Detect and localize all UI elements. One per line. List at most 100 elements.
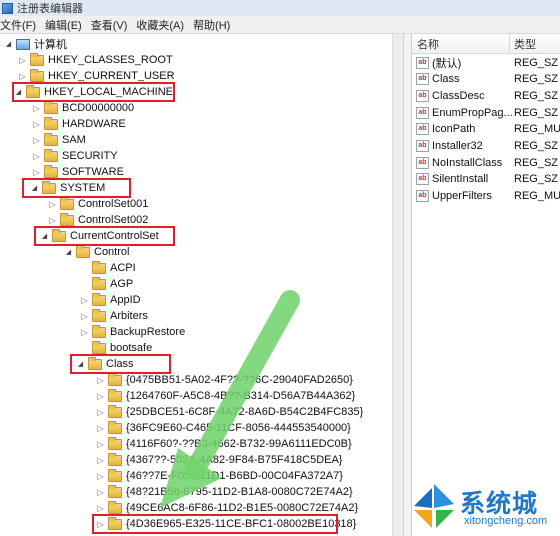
tree-node[interactable]: {0475BB51-5A02-4F??-??6C-29040FAD2650} (96, 372, 353, 388)
tree-node[interactable]: Arbiters (80, 308, 148, 324)
string-value-icon: ab (416, 156, 429, 169)
column-type-header[interactable]: 类型 (510, 36, 536, 52)
expand-arrow-icon[interactable] (96, 376, 105, 385)
expand-arrow-icon[interactable] (80, 296, 89, 305)
string-value-icon: ab (416, 140, 429, 152)
tree-node[interactable]: ACPI (80, 260, 136, 276)
expand-arrow-icon[interactable] (96, 392, 105, 401)
menu-favorites[interactable]: 收藏夹(A) (136, 17, 193, 33)
expand-arrow-icon[interactable] (32, 136, 41, 145)
tree-node[interactable]: {36FC9E60-C465-11CF-8056-444553540000} (96, 420, 351, 436)
folder-icon (108, 452, 122, 466)
value-name: ClassDesc (432, 89, 485, 102)
expand-arrow-icon[interactable] (96, 424, 105, 433)
tree-node[interactable]: BCD00000000 (32, 100, 134, 116)
tree-node[interactable]: Control (64, 244, 129, 260)
tree-node-label: 计算机 (34, 39, 67, 51)
expand-arrow-icon[interactable] (96, 504, 105, 513)
value-name: IconPath (432, 123, 476, 136)
collapse-arrow-icon[interactable] (4, 40, 13, 49)
string-value-icon: ab (416, 89, 429, 102)
value-type: REG_SZ (514, 140, 559, 152)
expand-arrow-icon[interactable] (96, 488, 105, 497)
tree-node[interactable]: SECURITY (32, 148, 118, 164)
folder-icon (44, 116, 58, 130)
expand-arrow-icon[interactable] (18, 72, 27, 81)
expand-arrow-icon[interactable] (80, 328, 89, 337)
expand-arrow-icon[interactable] (32, 104, 41, 113)
tree-node[interactable]: {46??7E-F050-11D1-B6BD-00C04FA372A7} (96, 468, 343, 484)
tree-node[interactable]: HKEY_CLASSES_ROOT (18, 52, 173, 68)
value-type: REG_SZ (514, 73, 559, 86)
tree-vertical-scrollbar[interactable] (392, 34, 403, 536)
menu-edit[interactable]: 编辑(E) (45, 17, 91, 33)
expand-arrow-icon[interactable] (32, 168, 41, 177)
tree-node-label: HKEY_CURRENT_USER (48, 70, 175, 82)
pane-splitter[interactable] (403, 34, 412, 536)
tree-node[interactable]: SAM (32, 132, 86, 148)
column-name-header[interactable]: 名称 (412, 34, 510, 53)
expand-arrow-icon[interactable] (48, 216, 57, 225)
folder-icon (44, 132, 58, 146)
string-value-icon: ab (416, 173, 429, 186)
value-name: Installer32 (432, 140, 483, 152)
title-bar: 注册表编辑器 (0, 0, 560, 16)
menu-file[interactable]: 文件(F) (0, 17, 45, 33)
tree-node-label: {1264760F-A5C8-4B??-B314-D56A7B44A362} (126, 390, 356, 402)
value-type: REG_SZ (514, 89, 559, 102)
expand-arrow-icon[interactable] (32, 120, 41, 129)
value-row[interactable]: ab SilentInstall REG_SZ (412, 171, 560, 188)
tree-node-label: HARDWARE (62, 118, 126, 130)
tree-node[interactable]: ControlSet001 (48, 196, 148, 212)
folder-icon (108, 404, 122, 418)
tree-node[interactable]: {4116F60?-??B3-4662-B732-99A6111EDC0B} (96, 436, 352, 452)
value-row[interactable]: abUpperFilters REG_MULT (412, 188, 560, 205)
value-row[interactable]: ab ClassDesc REG_SZ (412, 87, 560, 104)
menu-help[interactable]: 帮助(H) (193, 17, 239, 33)
expand-arrow-icon[interactable] (18, 56, 27, 65)
values-pane: 名称 类型 ab (默认) REG_SZ ab Class REG_SZ ab ClassDe… (412, 34, 560, 536)
tree-node[interactable]: AGP (80, 276, 133, 292)
menu-view[interactable]: 查看(V) (91, 17, 137, 33)
menu-bar: 文件(F) 编辑(E) 查看(V) 收藏夹(A) 帮助(H) (0, 16, 560, 34)
value-row[interactable]: ab Class REG_SZ (412, 71, 560, 88)
value-row[interactable]: ab (默认) REG_SZ (412, 54, 560, 71)
watermark-en-text: xitongcheng.com (464, 515, 548, 527)
folder-icon (92, 292, 106, 306)
folder-icon (108, 388, 122, 402)
values-column-header: 名称 类型 (412, 34, 560, 54)
expand-arrow-icon[interactable] (96, 408, 105, 417)
value-row[interactable]: ab NoInstallClass REG_SZ (412, 154, 560, 171)
folder-icon (92, 308, 106, 322)
folder-icon (30, 68, 44, 82)
folder-icon (92, 276, 106, 290)
tree-node[interactable]: {25DBCE51-6C8F-4A72-8A6D-B54C2B4FC835} (96, 404, 363, 420)
expand-arrow-icon[interactable] (32, 152, 41, 161)
tree-node[interactable]: {1264760F-A5C8-4B??-B314-D56A7B44A362} (96, 388, 355, 404)
tree-node[interactable]: {4367??-502A-4A82-9F84-B75F418C5DEA} (96, 452, 342, 468)
value-row[interactable]: abIconPath REG_MULT (412, 121, 560, 138)
expand-arrow-icon[interactable] (96, 440, 105, 449)
expand-arrow-icon[interactable] (96, 472, 105, 481)
tree-node-label: ACPI (110, 262, 136, 274)
tree-node[interactable]: HARDWARE (32, 116, 126, 132)
window-title: 注册表编辑器 (17, 3, 83, 15)
folder-icon (30, 52, 44, 66)
value-name: SilentInstall (432, 173, 489, 186)
collapse-arrow-icon[interactable] (64, 248, 73, 257)
tree-node-label: {48?21B56-6795-11D2-B1A8-0080C72E74A2} (126, 486, 353, 498)
expand-arrow-icon[interactable] (80, 312, 89, 321)
tree-node[interactable]: {48?21B56-6795-11D2-B1A8-0080C72E74A2} (96, 484, 353, 500)
value-type: REG_SZ (514, 56, 559, 69)
tree-node[interactable]: BackupRestore (80, 324, 185, 340)
expand-arrow-icon[interactable] (48, 200, 57, 209)
string-value-icon: ab (416, 106, 429, 119)
registry-tree-pane: 计算机HKEY_CLASSES_ROOTHKEY_CURRENT_USERHKE… (0, 34, 403, 536)
value-row[interactable]: ab Installer32 REG_SZ (412, 138, 560, 155)
tree-node-label: BackupRestore (110, 326, 186, 338)
tree-node[interactable]: AppID (80, 292, 141, 308)
expand-arrow-icon[interactable] (96, 456, 105, 465)
tree-node[interactable]: 计算机 (4, 36, 67, 52)
value-row[interactable]: ab EnumPropPag... REG_SZ (412, 104, 560, 121)
